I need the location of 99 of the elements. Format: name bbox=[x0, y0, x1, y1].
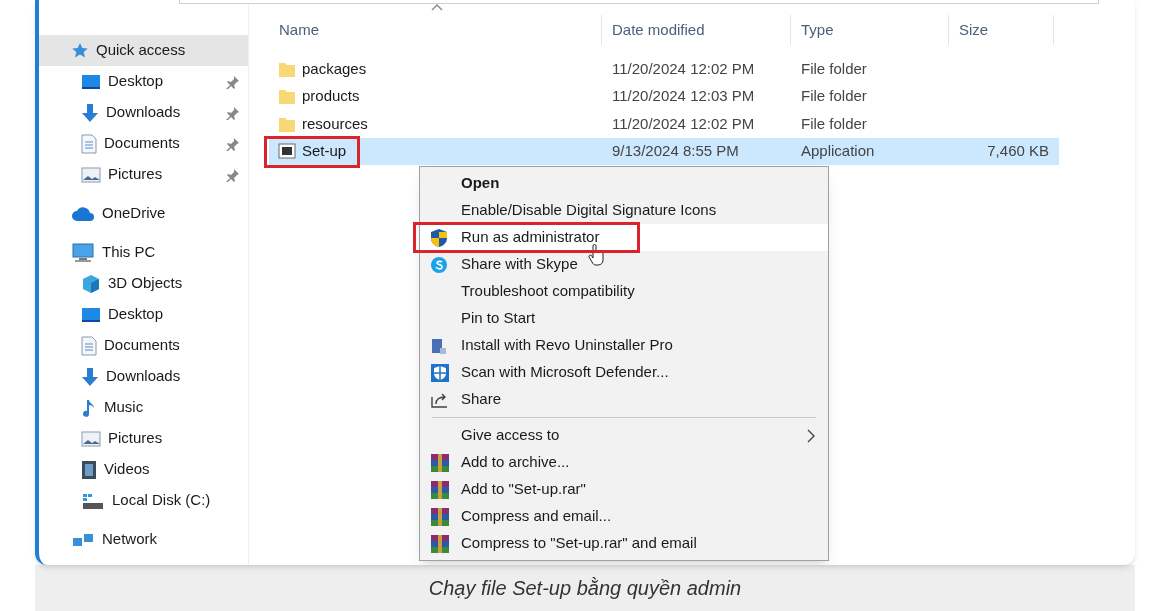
menu-item[interactable]: Open bbox=[420, 170, 828, 197]
archive-icon bbox=[430, 452, 450, 473]
image-caption: Chạy file Set-up bằng quyền admin bbox=[428, 576, 742, 601]
file-date: 11/20/2024 12:03 PM bbox=[611, 86, 756, 106]
music-note-icon bbox=[81, 397, 97, 418]
file-name: resources bbox=[302, 113, 368, 134]
sidebar-item[interactable]: This PC bbox=[39, 237, 248, 268]
menu-label: Give access to bbox=[460, 425, 560, 446]
archive-icon bbox=[430, 479, 450, 500]
computer-icon bbox=[71, 242, 95, 263]
menu-item[interactable]: Add to "Set-up.rar" bbox=[420, 476, 828, 503]
sidebar-item[interactable]: Pictures bbox=[39, 159, 248, 190]
archive-icon bbox=[430, 533, 450, 554]
menu-item[interactable]: Compress to "Set-up.rar" and email bbox=[420, 530, 828, 557]
cube-icon bbox=[81, 273, 101, 294]
monitor-icon bbox=[81, 306, 101, 323]
pin-icon bbox=[226, 105, 240, 120]
menu-label: Run as administrator bbox=[460, 227, 600, 248]
download-arrow-icon bbox=[81, 102, 99, 123]
file-type: File folder bbox=[800, 58, 868, 79]
menu-label: Open bbox=[460, 173, 500, 194]
menu-item[interactable]: Give access to bbox=[420, 422, 828, 449]
file-size: 7,460 KB bbox=[986, 141, 1050, 161]
picture-icon bbox=[81, 430, 101, 447]
menu-label: Add to archive... bbox=[460, 452, 570, 473]
menu-item[interactable]: Troubleshoot compatibility bbox=[420, 278, 828, 305]
file-type: Application bbox=[800, 141, 876, 161]
menu-item[interactable]: Scan with Microsoft Defender... bbox=[420, 359, 828, 386]
menu-label: Share bbox=[460, 389, 502, 410]
menu-label: Install with Revo Uninstaller Pro bbox=[460, 335, 673, 356]
menu-label: Scan with Microsoft Defender... bbox=[460, 362, 669, 383]
cloud-icon bbox=[71, 205, 95, 222]
shield-icon bbox=[430, 227, 448, 248]
menu-item[interactable]: Enable/Disable Digital Signature Icons bbox=[420, 197, 828, 224]
sidebar-item[interactable]: Pictures bbox=[39, 423, 248, 454]
menu-label: Pin to Start bbox=[460, 308, 536, 329]
sidebar-item[interactable]: Quick access bbox=[39, 35, 248, 66]
file-date: 11/20/2024 12:02 PM bbox=[611, 113, 756, 134]
file-type: File folder bbox=[800, 113, 868, 134]
application-icon bbox=[278, 142, 296, 161]
sidebar-item[interactable]: Desktop bbox=[39, 66, 248, 97]
menu-item[interactable]: Share bbox=[420, 386, 828, 413]
menu-item[interactable]: Run as administrator bbox=[420, 224, 828, 251]
file-row[interactable]: resources 11/20/2024 12:02 PM File folder bbox=[269, 110, 1059, 138]
menu-label: Add to "Set-up.rar" bbox=[460, 479, 586, 500]
column-header[interactable]: Date modified bbox=[602, 15, 791, 45]
file-date: 11/20/2024 12:02 PM bbox=[611, 58, 756, 79]
file-row[interactable]: products 11/20/2024 12:03 PM File folder bbox=[269, 82, 1059, 110]
sidebar-item[interactable]: Downloads bbox=[39, 97, 248, 128]
uninstaller-icon bbox=[430, 336, 448, 355]
hand-cursor-icon bbox=[587, 244, 605, 266]
file-name: packages bbox=[302, 58, 367, 79]
menu-item[interactable]: Compress and email... bbox=[420, 503, 828, 530]
file-type: File folder bbox=[800, 86, 868, 106]
column-header[interactable]: Size bbox=[949, 15, 1054, 45]
menu-item[interactable]: Add to archive... bbox=[420, 449, 828, 476]
folder-icon bbox=[278, 87, 296, 106]
sidebar-item[interactable]: Desktop bbox=[39, 299, 248, 330]
file-date: 9/13/2024 8:55 PM bbox=[611, 141, 740, 161]
archive-icon bbox=[430, 506, 450, 527]
defender-shield-icon bbox=[430, 362, 450, 383]
sidebar-item[interactable]: OneDrive bbox=[39, 198, 248, 229]
pin-icon bbox=[226, 136, 240, 151]
sidebar-item[interactable]: Videos bbox=[39, 454, 248, 485]
monitor-icon bbox=[81, 73, 101, 90]
file-name: products bbox=[302, 86, 360, 106]
menu-label: Compress and email... bbox=[460, 506, 612, 527]
download-arrow-icon bbox=[81, 366, 99, 387]
menu-label: Share with Skype bbox=[460, 254, 578, 275]
menu-label: Compress to "Set-up.rar" and email bbox=[460, 533, 697, 554]
sidebar-item[interactable]: Network bbox=[39, 524, 248, 555]
sidebar-item[interactable]: Documents bbox=[39, 330, 248, 361]
sidebar-item[interactable]: 3D Objects bbox=[39, 268, 248, 299]
picture-icon bbox=[81, 166, 101, 183]
chevron-right-icon bbox=[806, 427, 816, 444]
column-header[interactable]: Type bbox=[791, 15, 949, 45]
sidebar-item[interactable]: Music bbox=[39, 392, 248, 423]
sort-caret-icon bbox=[431, 3, 443, 11]
pin-icon bbox=[226, 167, 240, 182]
sidebar-item[interactable]: Downloads bbox=[39, 361, 248, 392]
file-row[interactable]: packages 11/20/2024 12:02 PM File folder bbox=[269, 55, 1059, 83]
menu-label: Enable/Disable Digital Signature Icons bbox=[460, 200, 717, 221]
menu-item[interactable]: Install with Revo Uninstaller Pro bbox=[420, 332, 828, 359]
menu-label: Troubleshoot compatibility bbox=[460, 281, 635, 302]
file-row[interactable]: Set-up 9/13/2024 8:55 PM Application 7,460 KB bbox=[269, 137, 1059, 165]
pin-icon bbox=[226, 74, 240, 89]
file-name: Set-up bbox=[302, 141, 347, 161]
sidebar-item[interactable]: Documents bbox=[39, 128, 248, 159]
menu-item[interactable]: Pin to Start bbox=[420, 305, 828, 332]
menu-item[interactable]: Share with Skype bbox=[420, 251, 828, 278]
column-header[interactable]: Name bbox=[269, 15, 602, 45]
skype-icon bbox=[430, 255, 448, 274]
document-icon bbox=[81, 133, 97, 154]
film-icon bbox=[81, 459, 97, 480]
document-icon bbox=[81, 335, 97, 356]
sidebar-item[interactable]: Local Disk (C:) bbox=[39, 485, 248, 516]
drive-icon bbox=[81, 491, 105, 510]
star-icon bbox=[71, 41, 89, 60]
network-icon bbox=[71, 531, 95, 548]
